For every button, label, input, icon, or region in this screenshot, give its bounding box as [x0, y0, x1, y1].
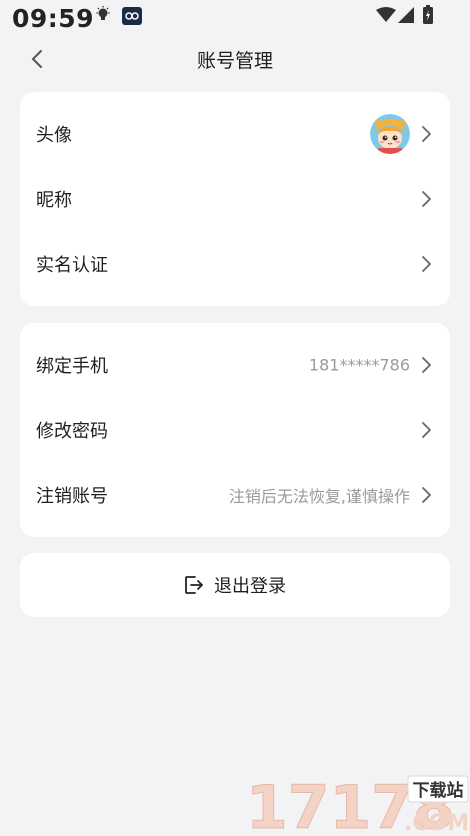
status-time: 09:59 [12, 4, 95, 33]
bind-phone-row[interactable]: 绑定手机 181*****786 [20, 333, 450, 397]
wifi-icon [376, 7, 396, 22]
chevron-right-icon [422, 256, 431, 272]
delete-account-warning: 注销后无法恢复,谨慎操作 [228, 487, 410, 506]
chevron-right-icon [422, 487, 431, 503]
row-label: 修改密码 [36, 421, 108, 442]
battery-icon [423, 5, 433, 24]
profile-card: 头像 昵称 实名认证 [20, 92, 450, 306]
change-password-row[interactable]: 修改密码 [20, 398, 450, 462]
signal-icon [398, 7, 414, 23]
chevron-right-icon [422, 191, 431, 207]
watermark-logo: 17178 下载站 .COM [246, 773, 470, 836]
row-label: 昵称 [36, 190, 72, 211]
chevron-right-icon [422, 126, 431, 142]
avatar-row[interactable]: 头像 [20, 102, 450, 166]
row-label: 实名认证 [36, 255, 108, 276]
phone-number-value: 181*****786 [308, 355, 410, 375]
real-name-verification-row[interactable]: 实名认证 [20, 232, 450, 296]
chevron-right-icon [422, 357, 431, 373]
app-notification-icon [122, 7, 142, 25]
row-label: 注销账号 [36, 486, 108, 507]
logout-button[interactable]: 退出登录 [20, 553, 450, 617]
chevron-right-icon [422, 422, 431, 438]
logout-label: 退出登录 [214, 576, 286, 597]
lightbulb-icon [96, 6, 110, 20]
avatar-image [370, 114, 410, 154]
logout-icon [185, 576, 203, 594]
row-label: 头像 [36, 125, 72, 146]
account-security-card: 绑定手机 181*****786 修改密码 注销账号 注销后无法恢复,谨慎操作 [20, 323, 450, 537]
delete-account-row[interactable]: 注销账号 注销后无法恢复,谨慎操作 [20, 463, 450, 527]
status-bar: 09:59 [0, 0, 470, 36]
page-title: 账号管理 [196, 50, 273, 72]
nickname-row[interactable]: 昵称 [20, 167, 450, 231]
watermark-badge: 下载站 [413, 780, 464, 801]
nav-bar: 账号管理 [0, 36, 470, 82]
avatar[interactable] [370, 114, 410, 154]
logout-content: 退出登录 [184, 572, 286, 598]
watermark-suffix: .COM [404, 811, 469, 836]
row-label: 绑定手机 [36, 356, 108, 377]
